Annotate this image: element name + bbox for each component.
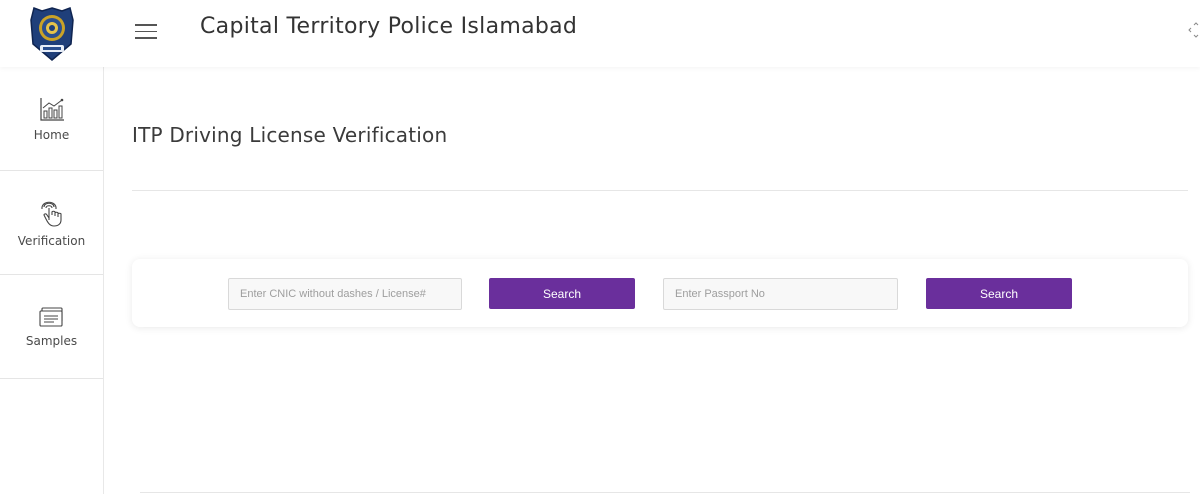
police-badge-logo[interactable] <box>0 0 104 67</box>
menu-toggle-button[interactable] <box>135 24 157 40</box>
hamburger-line <box>135 24 157 26</box>
passport-search-button[interactable]: Search <box>926 278 1072 309</box>
cnic-license-input[interactable] <box>228 278 462 310</box>
fullscreen-expand-icon[interactable] <box>1188 22 1200 38</box>
passport-input[interactable] <box>663 278 898 310</box>
page-title: ITP Driving License Verification <box>132 123 448 147</box>
top-bar: Capital Territory Police Islamabad <box>0 0 1200 67</box>
hamburger-line <box>135 30 157 32</box>
card-stack-icon <box>38 306 63 327</box>
sidebar-item-home[interactable]: Home <box>0 67 103 171</box>
footer-divider <box>140 492 1190 493</box>
sidebar: Home Verification Samples <box>0 67 104 494</box>
sidebar-item-label: Home <box>33 127 70 142</box>
sidebar-item-samples[interactable]: Samples <box>0 275 103 379</box>
divider <box>132 190 1188 191</box>
sidebar-item-label: Verification <box>17 233 86 248</box>
app-title: Capital Territory Police Islamabad <box>200 14 578 39</box>
cnic-search-button[interactable]: Search <box>489 278 635 309</box>
fingerprint-touch-icon <box>40 201 62 227</box>
sidebar-item-label: Samples <box>25 333 78 348</box>
sidebar-item-verification[interactable]: Verification <box>0 171 103 275</box>
police-badge-icon <box>30 6 74 61</box>
bar-chart-icon <box>39 97 64 121</box>
search-card: Search Search <box>132 259 1188 327</box>
main-content: ITP Driving License Verification Search … <box>104 67 1200 494</box>
hamburger-line <box>135 37 157 39</box>
